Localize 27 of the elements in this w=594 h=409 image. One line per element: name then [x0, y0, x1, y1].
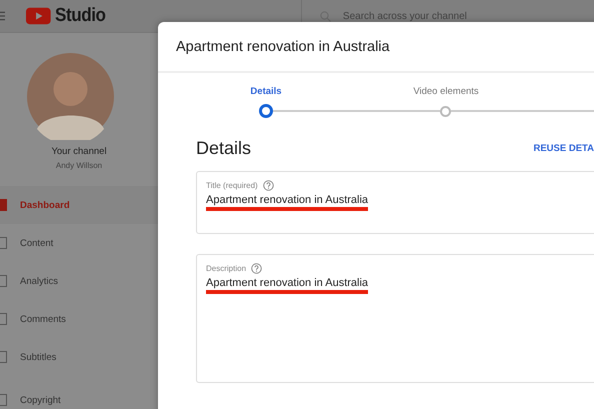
sidebar-item[interactable]: Content	[0, 224, 158, 262]
field-label: Title (required)	[206, 181, 258, 190]
field-value: Apartment renovation in Australia	[206, 194, 368, 206]
avatar[interactable]	[27, 53, 114, 140]
logo-text: Studio	[54, 5, 106, 27]
sidebar-item[interactable]: Copyright	[0, 376, 158, 406]
step-dot[interactable]	[440, 106, 451, 116]
sidebar-item[interactable]: Dashboard	[0, 186, 158, 224]
field-value: Apartment renovation in Australia	[206, 277, 368, 289]
help-icon[interactable]	[262, 180, 274, 191]
step-label[interactable]: Video elements	[356, 86, 536, 97]
sidebar-item[interactable]: Analytics	[0, 262, 158, 300]
sidebar-item[interactable]: Comments	[0, 300, 158, 338]
title-field[interactable]: Title (required) Apartment renovation in Australia	[196, 171, 594, 234]
dialog-title: Apartment renovation in Australia	[176, 38, 390, 54]
field-label: Description	[206, 264, 246, 273]
step-dot[interactable]	[259, 104, 273, 118]
help-icon[interactable]	[251, 263, 262, 274]
description-field[interactable]: Description Apartment renovation in Australia	[196, 254, 594, 383]
channel-name: Andy Willson	[54, 161, 104, 170]
step-label[interactable]: Details	[176, 86, 356, 97]
search-icon	[320, 10, 331, 22]
channel-label: Your channel	[50, 146, 108, 157]
play-logo-icon	[26, 7, 51, 25]
section-heading: Details	[196, 138, 252, 159]
sidebar-item[interactable]: Subtitles	[0, 338, 158, 376]
reuse-details-link[interactable]: REUSE DETA	[533, 143, 594, 154]
